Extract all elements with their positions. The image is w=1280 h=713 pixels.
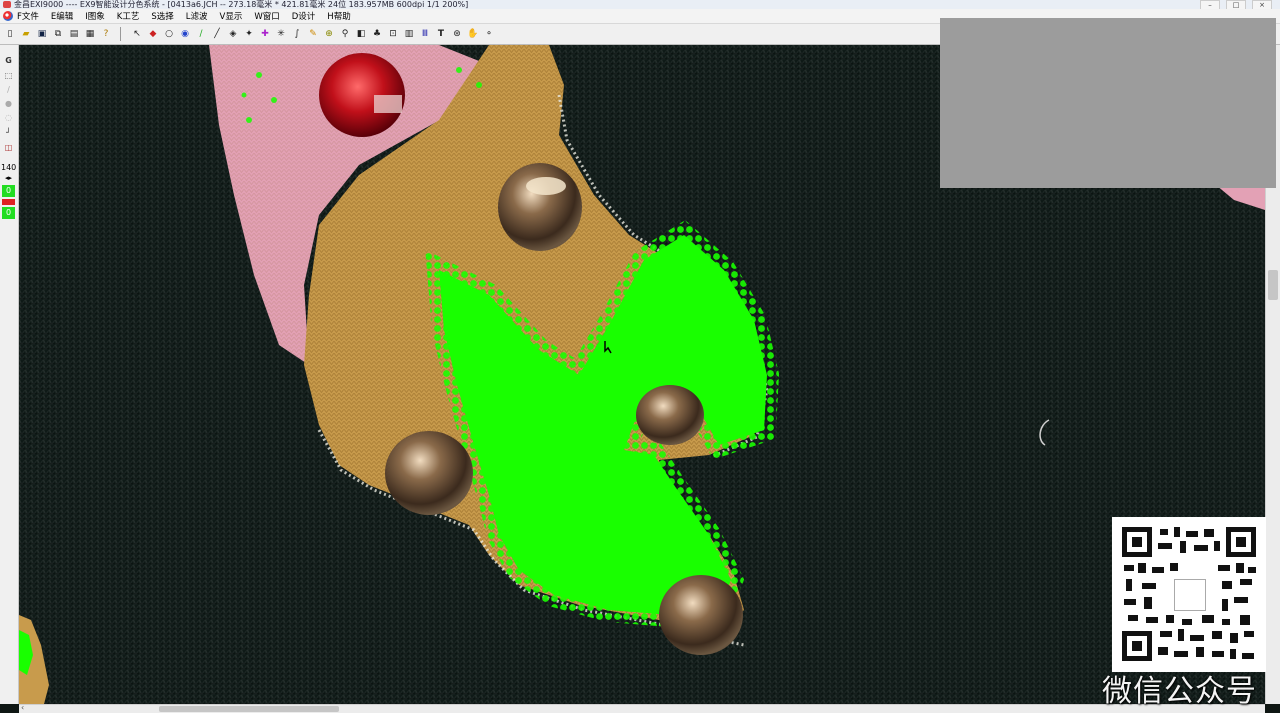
horizontal-scroll-thumb[interactable] <box>159 706 339 712</box>
menu-file[interactable]: F文件 <box>17 10 39 22</box>
title-bar: 金昌EXI9000 ---- EX9智能设计分色系统 - [0413a6.JCH… <box>0 0 1280 9</box>
fill-bucket-icon[interactable]: ◈ <box>227 28 239 40</box>
drop-tool-icon[interactable]: ● <box>2 98 15 110</box>
magnifier-icon[interactable]: ⚬ <box>483 28 495 40</box>
brown-gem <box>385 431 473 515</box>
app-icon <box>3 1 11 8</box>
brown-gem <box>636 385 704 445</box>
select-arrow-icon[interactable]: ↖ <box>131 28 143 40</box>
brown-gem <box>659 575 743 655</box>
brown-gem <box>498 163 582 251</box>
ellipse-icon[interactable]: ○ <box>163 28 175 40</box>
background-value[interactable]: 0 <box>2 207 15 219</box>
menu-design[interactable]: D设计 <box>292 10 316 22</box>
scroll-left-icon[interactable]: ‹ <box>21 703 24 712</box>
brush-size-value: 140 <box>1 163 17 172</box>
close-button[interactable]: × <box>1252 0 1272 9</box>
foreground-value[interactable]: 0 <box>2 185 15 197</box>
window-title: 金昌EXI9000 ---- EX9智能设计分色系统 - [0413a6.JCH… <box>14 0 469 9</box>
brush-icon[interactable]: ∫ <box>291 28 303 40</box>
print-icon[interactable]: ▦ <box>84 28 96 40</box>
menu-image[interactable]: I图象 <box>85 10 105 22</box>
color-swatch[interactable] <box>2 199 15 205</box>
menu-help[interactable]: H帮助 <box>327 10 350 22</box>
menu-craft[interactable]: K工艺 <box>117 10 140 22</box>
menu-select[interactable]: S选择 <box>151 10 173 22</box>
left-toolstrip: G ⬚ ∕ ● ◌ ┘ ◫ 140 ◂▸ 0 0 <box>0 45 19 704</box>
eraser-icon[interactable]: ◆ <box>147 28 159 40</box>
stroke-tool-icon[interactable]: ┘ <box>2 127 15 139</box>
rotate-icon[interactable]: ⊛ <box>451 28 463 40</box>
vertical-scroll-thumb[interactable] <box>1268 270 1278 300</box>
toolbar-separator <box>120 27 121 41</box>
size-stepper-icon[interactable]: ◂▸ <box>1 173 16 183</box>
hand-icon[interactable]: ✋ <box>467 28 479 40</box>
redaction-panel <box>940 18 1276 188</box>
qr-center-logo <box>1174 579 1206 611</box>
stamp-icon[interactable]: ⊕ <box>323 28 335 40</box>
fill-icon[interactable]: ◉ <box>179 28 191 40</box>
window-controls: – □ × <box>1200 0 1272 9</box>
maximize-button[interactable]: □ <box>1226 0 1246 9</box>
menu-filter[interactable]: L滤波 <box>186 10 208 22</box>
app-logo-icon <box>3 11 13 21</box>
eyedropper-icon[interactable]: ✚ <box>259 28 271 40</box>
pattern-icon[interactable]: ▥ <box>403 28 415 40</box>
grid-icon[interactable]: ⊡ <box>387 28 399 40</box>
line-icon[interactable]: ╱ <box>211 28 223 40</box>
copy-icon[interactable]: ⧉ <box>52 28 64 40</box>
help-icon[interactable]: ? <box>100 28 112 40</box>
save-icon[interactable]: ▣ <box>36 28 48 40</box>
new-file-icon[interactable]: ▯ <box>4 28 16 40</box>
crosshair-icon[interactable]: ✳ <box>275 28 287 40</box>
shape-tool-icon[interactable]: ◫ <box>2 142 15 154</box>
spray-tool-icon[interactable]: ◌ <box>2 112 15 124</box>
pencil-icon[interactable]: ✎ <box>307 28 319 40</box>
pen-icon[interactable]: ∕ <box>195 28 207 40</box>
brush-tool-icon[interactable]: ∕ <box>2 84 15 96</box>
magic-wand-icon[interactable]: ✦ <box>243 28 255 40</box>
qr-code <box>1112 517 1266 672</box>
paste-icon[interactable]: ▤ <box>68 28 80 40</box>
rect-select-icon[interactable]: ⬚ <box>2 70 15 82</box>
text-icon[interactable]: T <box>435 28 447 40</box>
red-gem <box>319 53 405 137</box>
zoom-icon[interactable]: ⚲ <box>339 28 351 40</box>
stripes-icon[interactable]: Ⅲ <box>419 28 431 40</box>
watermark-text: 微信公众号 <box>1102 674 1257 709</box>
layer-icon[interactable]: ♣ <box>371 28 383 40</box>
tool-g[interactable]: G <box>2 55 15 67</box>
minimize-button[interactable]: – <box>1200 0 1220 9</box>
menu-edit[interactable]: E编辑 <box>51 10 73 22</box>
open-folder-icon[interactable]: ▰ <box>20 28 32 40</box>
frame-icon[interactable]: ◧ <box>355 28 367 40</box>
menu-window[interactable]: W窗口 <box>254 10 279 22</box>
menu-view[interactable]: V显示 <box>220 10 243 22</box>
